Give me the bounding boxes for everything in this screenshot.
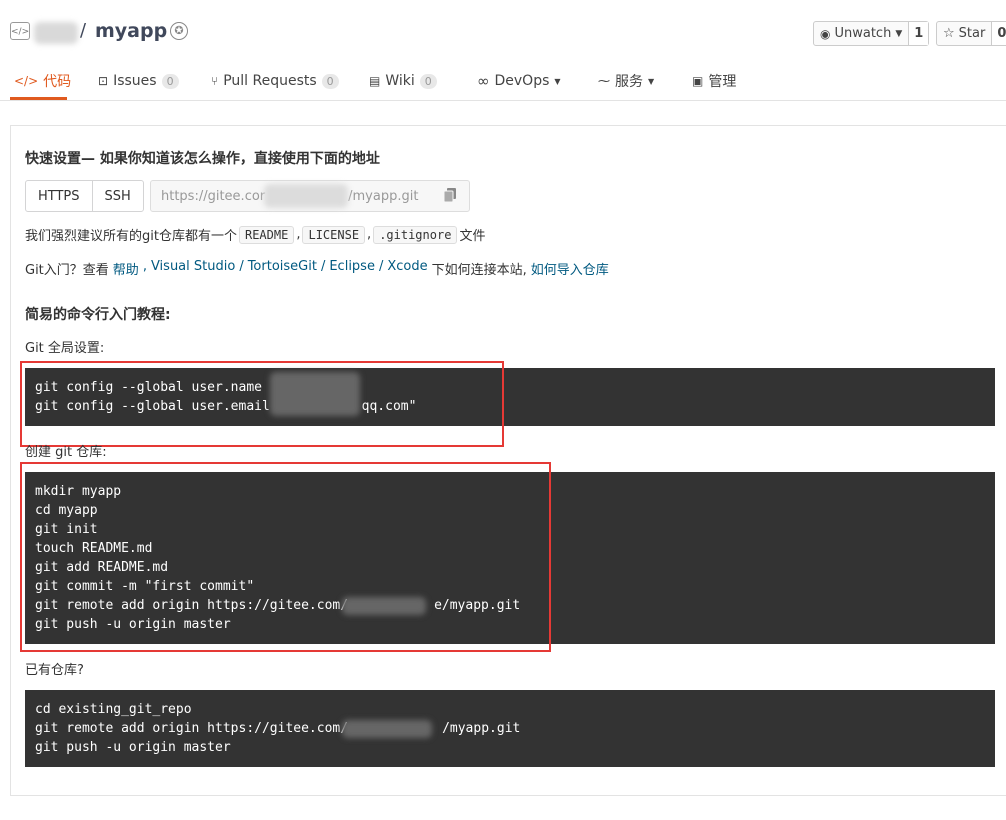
git-intro-line: Git入门？查看 帮助 , Visual Studio / TortoiseGi… (25, 259, 609, 278)
watch-button[interactable]: ◉ Unwatch ▼ 1 (813, 21, 930, 46)
recommend-badge-icon: ✪ (170, 22, 188, 40)
blurred-owner-name (34, 22, 78, 44)
code-line: git push -u origin master (35, 740, 231, 755)
import-repo-link[interactable]: 如何导入仓库 (531, 259, 609, 278)
recommend-sep-1: , (296, 227, 301, 242)
tab-issues-label: Issues (113, 73, 157, 89)
existing-repo-code-block: cd existing_git_repo git remote add orig… (25, 690, 995, 767)
clone-url-suffix: /myapp.git (348, 188, 419, 204)
tortoisegit-link[interactable]: TortoiseGit (248, 259, 317, 278)
eye-icon: ◉ (820, 26, 831, 41)
annotation-box-create (20, 462, 551, 652)
tab-wiki[interactable]: ▤ Wiki 0 (369, 62, 437, 100)
pull-request-icon: ⑂ (211, 74, 219, 88)
tab-manage-label: 管理 (708, 74, 737, 90)
gitignore-tag: .gitignore (373, 225, 458, 244)
global-settings-label: Git 全局设置: (25, 341, 105, 356)
tab-wiki-label: Wiki (385, 73, 415, 89)
tab-code[interactable]: </> 代码 (14, 62, 71, 100)
tabs-divider (0, 100, 1006, 101)
watch-label: Unwatch (834, 26, 892, 41)
book-icon: ▤ (369, 74, 381, 88)
create-repo-label: 创建 git 仓库: (25, 445, 107, 460)
code-line-text: git remote add origin https://gitee.com/ (35, 721, 349, 736)
tab-issues[interactable]: ⊡ Issues 0 (98, 62, 179, 100)
tab-services-label: 服务 (615, 74, 643, 90)
settings-doc-icon: ▣ (692, 74, 704, 88)
tutorial-title: 简易的命令行入门教程: (25, 307, 171, 323)
watch-count[interactable]: 1 (908, 22, 929, 45)
caret-down-icon: ▼ (554, 76, 561, 86)
wiki-count-badge: 0 (419, 73, 437, 89)
infinity-icon: ∞ (477, 72, 490, 90)
blurred-url-owner (264, 184, 348, 208)
star-count[interactable]: 0 (991, 22, 1006, 45)
tool-separator: / (378, 259, 384, 274)
readme-tag: README (238, 225, 295, 244)
star-icon: ☆ (943, 26, 955, 41)
caret-down-icon: ▼ (895, 28, 903, 39)
tab-devops-label: DevOps (494, 73, 550, 89)
code-line: cd existing_git_repo (35, 702, 192, 717)
recommend-suffix: 文件 (459, 229, 486, 244)
code-icon: </> (14, 74, 39, 88)
tab-devops[interactable]: ∞ DevOps ▼ (477, 62, 561, 100)
star-button[interactable]: ☆ Star 0 (936, 21, 1006, 46)
intro-suffix: 下如何连接本站, (431, 263, 527, 278)
copy-icon[interactable] (444, 188, 456, 202)
blurred-remote-owner (342, 720, 432, 738)
tool-separator: / (320, 259, 326, 274)
license-tag: LICENSE (302, 225, 366, 244)
repo-name-link[interactable]: myapp (95, 20, 167, 42)
pulse-icon: ⁓ (598, 74, 610, 88)
ssh-button[interactable]: SSH (91, 181, 143, 211)
code-line: git remote add origin https://gitee.com/… (35, 719, 985, 738)
pull-requests-count-badge: 0 (321, 73, 339, 89)
existing-repo-label: 已有仓库? (25, 663, 84, 678)
issues-icon: ⊡ (98, 74, 109, 88)
recommend-sep-2: , (367, 227, 372, 242)
caret-down-icon: ▼ (648, 76, 655, 86)
xcode-link[interactable]: Xcode (387, 259, 427, 278)
quick-setup-title: 快速设置— 如果你知道该怎么操作，直接使用下面的地址 (25, 151, 380, 167)
repo-tabs: </> 代码 ⊡ Issues 0 ⑂ Pull Requests 0 ▤ Wi… (0, 62, 1006, 100)
remote-url-tail: /myapp.git (442, 721, 521, 736)
tab-pull-requests-label: Pull Requests (223, 73, 317, 89)
tab-code-label: 代码 (43, 74, 72, 90)
tab-pull-requests[interactable]: ⑂ Pull Requests 0 (211, 62, 339, 100)
repo-path-separator: / (80, 20, 87, 41)
tab-manage[interactable]: ▣ 管理 (692, 62, 736, 100)
intro-prefix: Git入门？查看 (25, 263, 109, 278)
recommend-files-line: 我们强烈建议所有的git仓库都有一个 README , LICENSE , .g… (25, 225, 485, 244)
help-link[interactable]: 帮助 (113, 259, 139, 278)
eclipse-link[interactable]: Eclipse (329, 259, 375, 278)
star-label: Star (958, 26, 986, 41)
tool-separator: / (239, 259, 244, 274)
annotation-box-global (20, 361, 504, 447)
issues-count-badge: 0 (161, 73, 179, 89)
https-button[interactable]: HTTPS (26, 181, 92, 211)
repo-code-icon: </> (10, 22, 30, 40)
protocol-toggle: HTTPS SSH (25, 180, 144, 212)
recommend-prefix: 我们强烈建议所有的git仓库都有一个 (25, 229, 237, 244)
intro-comma: , (142, 259, 147, 274)
tab-services[interactable]: ⁓ 服务 ▼ (598, 62, 654, 100)
visual-studio-link[interactable]: Visual Studio (151, 259, 235, 278)
clone-url-prefix: https://gitee.cor (161, 188, 266, 204)
